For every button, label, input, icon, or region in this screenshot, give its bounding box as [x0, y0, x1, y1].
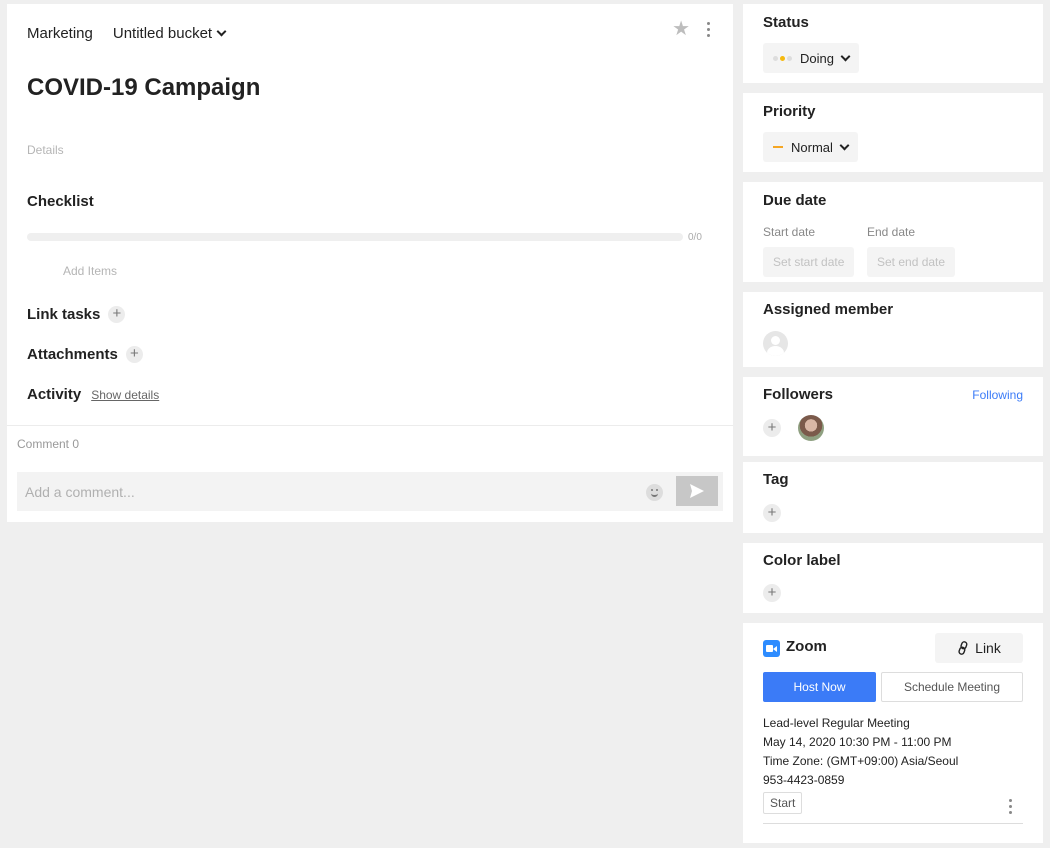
comment-input[interactable]: [17, 472, 637, 511]
attachments-label: Attachments: [27, 346, 118, 363]
divider: [7, 425, 733, 426]
due-date-heading: Due date: [763, 192, 827, 209]
add-tag-icon[interactable]: +: [763, 504, 781, 522]
checklist-progress-bar: [27, 233, 683, 241]
status-value: Doing: [800, 50, 834, 66]
meeting-info: Lead-level Regular Meeting May 14, 2020 …: [763, 714, 958, 790]
assigned-member-card: Assigned member: [743, 292, 1043, 367]
color-label-heading: Color label: [763, 552, 841, 569]
chevron-down-icon: [840, 51, 851, 61]
details-field[interactable]: Details: [27, 143, 64, 157]
meeting-name: Lead-level Regular Meeting: [763, 716, 910, 730]
end-date-label: End date: [867, 225, 916, 239]
meeting-id: 953-4423-0859: [763, 773, 845, 787]
activity-label: Activity: [27, 386, 82, 403]
send-icon: [690, 484, 704, 498]
priority-heading: Priority: [763, 103, 816, 120]
zoom-link-button[interactable]: Link: [935, 633, 1023, 663]
task-title[interactable]: COVID-19 Campaign: [27, 74, 260, 102]
breadcrumb: Marketing Untitled bucket: [27, 25, 227, 42]
start-meeting-button[interactable]: Start: [763, 792, 803, 814]
priority-value: Normal: [791, 139, 833, 155]
start-date-label: Start date: [763, 225, 816, 239]
chevron-down-icon: [216, 26, 227, 37]
checklist-heading: Checklist: [27, 193, 94, 210]
comment-count: Comment 0: [17, 437, 80, 451]
activity-section: Activity Show details: [27, 386, 159, 403]
schedule-meeting-button[interactable]: Schedule Meeting: [881, 672, 1023, 702]
divider: [763, 823, 1023, 824]
meeting-time: May 14, 2020 10:30 PM - 11:00 PM: [763, 735, 952, 749]
comment-box: [17, 472, 723, 511]
send-button[interactable]: [676, 476, 718, 506]
priority-dash-icon: [773, 146, 783, 148]
add-color-label-icon[interactable]: +: [763, 584, 781, 602]
tag-heading: Tag: [763, 471, 789, 488]
zoom-logo-icon: [763, 640, 780, 657]
zoom-title: Zoom: [786, 638, 827, 655]
checklist-label: Checklist: [27, 193, 94, 210]
more-options-icon[interactable]: [704, 20, 713, 39]
status-card: Status Doing: [743, 4, 1043, 83]
status-dots-icon: [773, 55, 792, 61]
star-icon[interactable]: ★: [672, 19, 690, 39]
zoom-link-label: Link: [975, 640, 1001, 656]
zoom-card: Zoom Link Host Now Schedule Meeting Lead…: [743, 623, 1043, 843]
add-link-task-icon[interactable]: +: [108, 306, 126, 323]
following-link[interactable]: Following: [972, 388, 1023, 402]
add-follower-icon[interactable]: +: [763, 419, 781, 437]
tag-card: Tag +: [743, 462, 1043, 533]
link-tasks-section: Link tasks +: [27, 306, 126, 323]
link-icon: [958, 641, 968, 655]
breadcrumb-project[interactable]: Marketing: [27, 25, 93, 42]
assigned-member-heading: Assigned member: [763, 301, 894, 318]
checklist-progress-count: 0/0: [688, 232, 702, 243]
bucket-label: Untitled bucket: [112, 25, 213, 42]
status-heading: Status: [763, 14, 809, 31]
end-date-button[interactable]: Set end date: [867, 247, 956, 277]
host-now-button[interactable]: Host Now: [763, 672, 876, 702]
task-actions: ★: [672, 19, 713, 39]
chevron-down-icon: [839, 140, 850, 150]
attachments-section: Attachments +: [27, 346, 143, 363]
add-attachment-icon[interactable]: +: [125, 346, 143, 363]
followers-card: Followers Following +: [743, 377, 1043, 456]
avatar-placeholder-icon[interactable]: [763, 331, 788, 356]
task-panel: Marketing Untitled bucket ★ COVID-19 Cam…: [7, 4, 733, 522]
emoji-icon[interactable]: [646, 484, 663, 501]
avatar[interactable]: [798, 415, 824, 441]
show-details-link[interactable]: Show details: [91, 388, 159, 402]
followers-heading: Followers: [763, 386, 834, 403]
color-label-card: Color label +: [743, 543, 1043, 613]
due-date-card: Due date Start date End date Set start d…: [743, 182, 1043, 282]
meeting-more-options-icon[interactable]: [1006, 797, 1015, 816]
bucket-dropdown[interactable]: Untitled bucket: [112, 25, 227, 42]
add-items-button[interactable]: Add Items: [63, 264, 117, 278]
status-dropdown[interactable]: Doing: [763, 43, 859, 73]
start-date-button[interactable]: Set start date: [763, 247, 855, 277]
priority-card: Priority Normal: [743, 93, 1043, 172]
link-tasks-label: Link tasks: [27, 306, 101, 323]
priority-dropdown[interactable]: Normal: [763, 132, 858, 162]
meeting-time-zone: Time Zone: (GMT+09:00) Asia/Seoul: [763, 754, 959, 768]
